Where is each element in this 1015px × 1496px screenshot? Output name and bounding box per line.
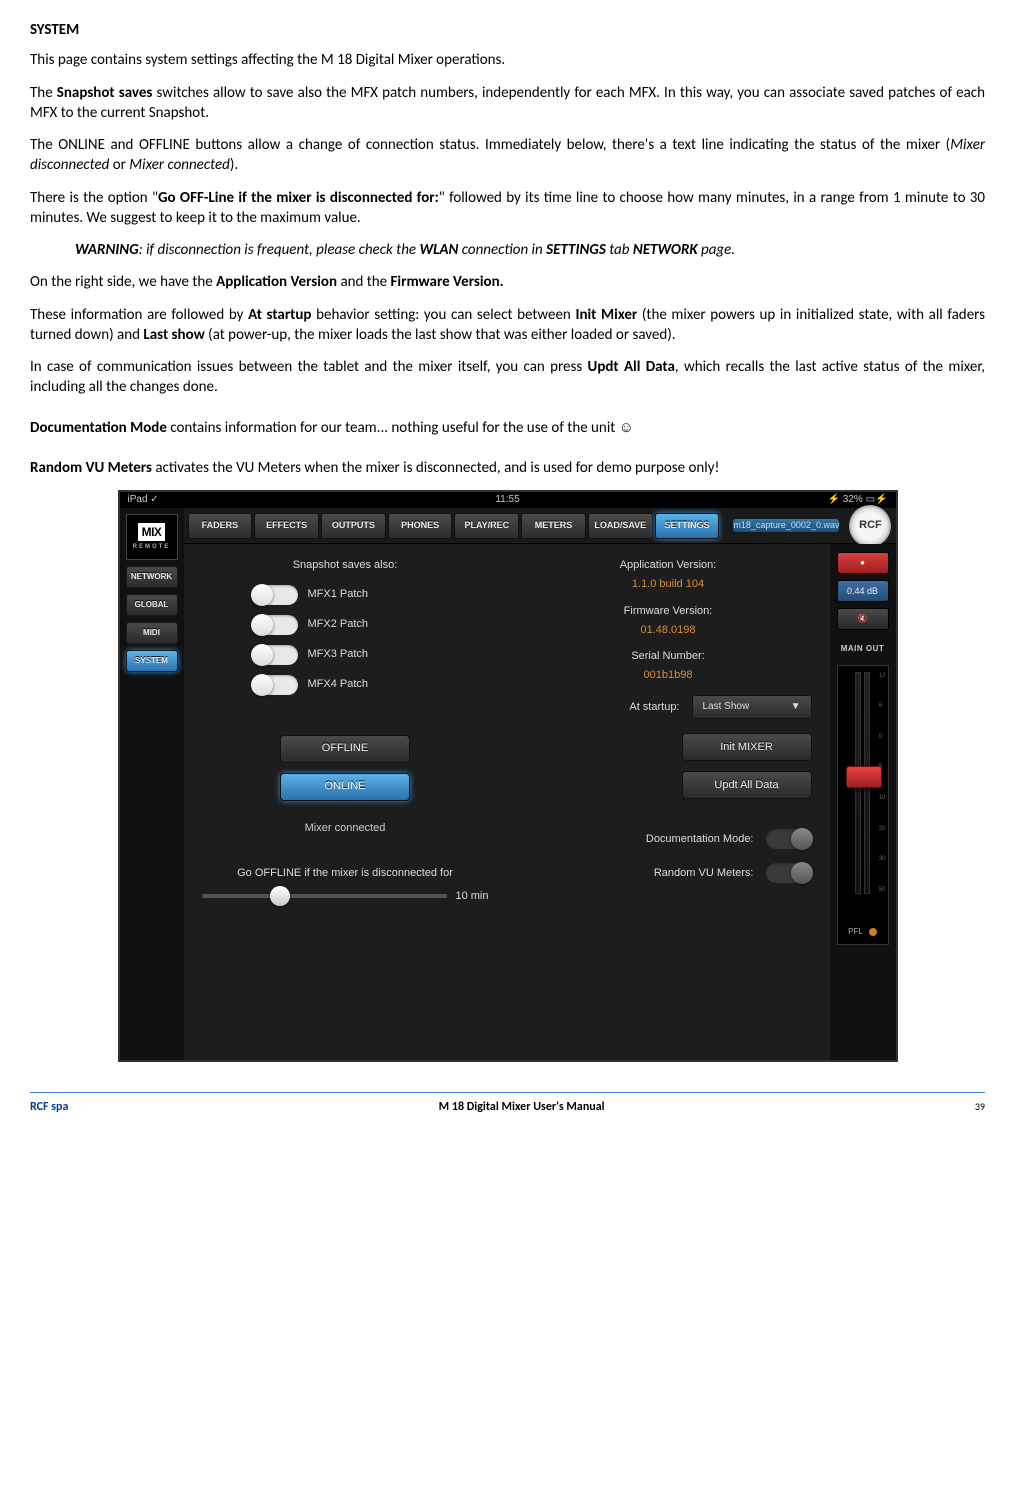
toggle-mfx3-label: MFX3 Patch [308, 647, 369, 662]
tab-outputs[interactable]: OUTPUTS [321, 513, 386, 539]
tab-faders[interactable]: FADERS [188, 513, 253, 539]
updt-all-data-button[interactable]: Updt All Data [682, 771, 812, 799]
toggle-doc-mode[interactable] [766, 829, 812, 849]
device-label: iPad ✓ [128, 493, 159, 507]
footer-brand: RCF spa [30, 1099, 68, 1115]
paragraph-4: There is the option "Go OFF-Line if the … [30, 188, 985, 229]
paragraph-warning: WARNING: if disconnection is frequent, p… [30, 240, 985, 260]
filename-bar[interactable]: m18_capture_0002_0.wav [733, 519, 839, 531]
paragraph-1: This page contains system settings affec… [30, 50, 985, 70]
logo-text: MIX [138, 523, 166, 541]
sidebar-item-network[interactable]: NETWORK [126, 566, 178, 588]
mute-button[interactable]: 🔇 [837, 608, 889, 630]
left-sidebar: MIX REMOTE NETWORK GLOBAL MIDI SYSTEM [120, 508, 184, 1060]
app-screenshot: iPad ✓ 11:55 ⚡ 32% ▭⚡ MIX REMOTE NETWORK… [118, 490, 898, 1062]
pfl-label: PFL [848, 927, 863, 938]
toggle-mfx2-label: MFX2 Patch [308, 617, 369, 632]
firmware-value: 01.48.0198 [525, 623, 812, 638]
startup-label: At startup: [629, 700, 679, 715]
pfl-indicator[interactable] [869, 928, 877, 936]
slider-value: 10 min [455, 889, 488, 904]
disconnect-slider[interactable] [202, 894, 448, 898]
main-out-label: MAIN OUT [841, 644, 885, 655]
tab-bar: FADERS EFFECTS OUTPUTS PHONES PLAY/REC M… [184, 508, 896, 544]
tab-effects[interactable]: EFFECTS [254, 513, 319, 539]
status-time: 11:55 [495, 493, 519, 507]
paragraph-7: These information are followed by At sta… [30, 305, 985, 346]
app-version-label: Application Version: [525, 558, 812, 573]
tab-playrec[interactable]: PLAY/REC [454, 513, 519, 539]
section-title: SYSTEM [30, 20, 985, 40]
doc-mode-label: Documentation Mode: [646, 832, 754, 847]
toggle-mfx1[interactable] [252, 585, 298, 605]
toggle-mfx4[interactable] [252, 675, 298, 695]
paragraph-9: Documentation Mode contains information … [30, 418, 985, 438]
right-sidebar: ● 0.44 dB 🔇 MAIN OUT 1260510203050 PFL [830, 544, 896, 1060]
serial-label: Serial Number: [525, 649, 812, 664]
footer-page: 39 [975, 1100, 985, 1114]
snapshot-saves-label: Snapshot saves also: [202, 558, 489, 573]
main-fader[interactable] [846, 766, 882, 788]
footer-title: M 18 Digital Mixer User's Manual [439, 1099, 605, 1115]
sidebar-item-global[interactable]: GLOBAL [126, 594, 178, 616]
toggle-mfx4-label: MFX4 Patch [308, 677, 369, 692]
app-version-value: 1.1.0 build 104 [525, 577, 812, 592]
tab-settings[interactable]: SETTINGS [655, 513, 720, 539]
tab-loadsave[interactable]: LOAD/SAVE [588, 513, 653, 539]
firmware-label: Firmware Version: [525, 604, 812, 619]
record-indicator[interactable]: ● [837, 552, 889, 574]
init-mixer-button[interactable]: Init MIXER [682, 733, 812, 761]
paragraph-10: Random VU Meters activates the VU Meters… [30, 458, 985, 478]
page-footer: RCF spa M 18 Digital Mixer User's Manual… [30, 1092, 985, 1115]
paragraph-3: The ONLINE and OFFLINE buttons allow a c… [30, 135, 985, 176]
paragraph-2: The Snapshot saves switches allow to sav… [30, 83, 985, 124]
brand-logo: RCF [849, 505, 891, 547]
slider-thumb[interactable] [270, 886, 290, 906]
startup-select[interactable]: Last Show▼ [692, 695, 812, 719]
chevron-down-icon: ▼ [791, 700, 801, 714]
toggle-mfx1-label: MFX1 Patch [308, 587, 369, 602]
app-logo: MIX REMOTE [126, 514, 178, 560]
tab-meters[interactable]: METERS [521, 513, 586, 539]
tab-phones[interactable]: PHONES [388, 513, 453, 539]
status-battery: ⚡ 32% ▭⚡ [828, 493, 888, 507]
sidebar-item-system[interactable]: SYSTEM [126, 650, 178, 672]
offline-button[interactable]: OFFLINE [280, 735, 410, 763]
connection-status: Mixer connected [305, 821, 386, 836]
meter-scale: 1260510203050 [879, 672, 886, 894]
paragraph-8: In case of communication issues between … [30, 357, 985, 398]
paragraph-6: On the right side, we have the Applicati… [30, 272, 985, 292]
toggle-random-vu[interactable] [766, 863, 812, 883]
sidebar-item-midi[interactable]: MIDI [126, 622, 178, 644]
online-button[interactable]: ONLINE [280, 773, 410, 801]
disconnect-label: Go OFFLINE if the mixer is disconnected … [202, 866, 489, 881]
ipad-status-bar: iPad ✓ 11:55 ⚡ 32% ▭⚡ [120, 492, 896, 508]
db-readout: 0.44 dB [837, 580, 889, 602]
toggle-mfx3[interactable] [252, 645, 298, 665]
random-vu-label: Random VU Meters: [654, 866, 754, 881]
main-out-meter: 1260510203050 PFL [837, 665, 889, 945]
toggle-mfx2[interactable] [252, 615, 298, 635]
logo-subtext: REMOTE [133, 543, 171, 551]
serial-value: 001b1b98 [525, 668, 812, 683]
